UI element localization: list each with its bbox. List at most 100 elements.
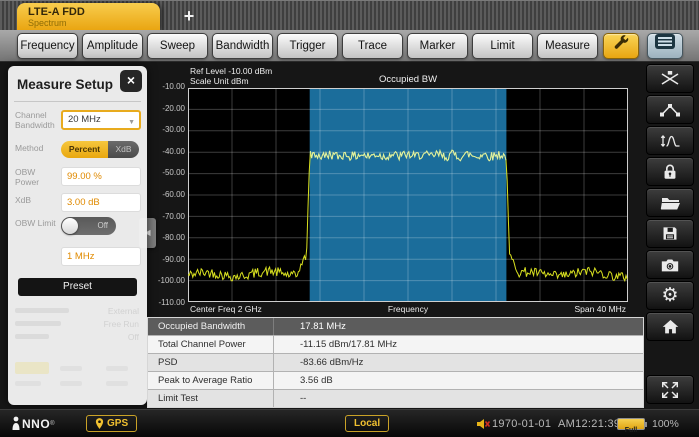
channel-bandwidth-dropdown[interactable]: 20 MHz ▼ [61,110,141,130]
limit-button[interactable]: Limit [472,33,533,59]
chevron-down-icon: ▼ [128,119,135,126]
datetime: 1970-01-01 AM12:21:39 [492,418,620,430]
home-button[interactable] [646,312,694,341]
home-icon [662,320,678,334]
ghost-bar [106,366,128,371]
row-value: -83.66 dBm/Hz [300,357,364,368]
spectrum-plot[interactable] [187,88,628,302]
table-row[interactable]: Peak to Average Ratio 3.56 dB [148,372,643,390]
lock-icon [664,164,676,179]
hamburger-menu-icon [654,33,676,59]
row-label: Occupied Bandwidth [148,318,274,335]
obw-power-field[interactable]: 99.00 % [61,167,141,186]
method-option-percent[interactable]: Percent [61,141,108,158]
ghost-setting-row: Free Run [15,319,139,330]
panel-title: Measure Setup [17,77,114,92]
row-label: Peak to Average Ratio [148,372,274,389]
tab-title: LTE-A FDD [28,6,85,18]
ghost-label-bar [15,321,61,326]
row-value: 17.81 MHz [300,321,346,332]
registered-mark: ® [50,420,55,427]
measure-button[interactable]: Measure [537,33,598,59]
y-axis-ticks: -10.00 -20.00 -30.00 -40.00 -50.00 -60.0… [146,83,185,307]
open-folder-icon [660,197,680,209]
fullscreen-icon [662,381,678,398]
menu-button[interactable] [647,33,683,59]
peak-search-button[interactable] [646,95,694,124]
bandwidth-button[interactable]: Bandwidth [212,33,273,59]
settings-button[interactable]: ⚙ [646,281,694,310]
y-tick: -90.00 [162,254,185,264]
table-row[interactable]: PSD -83.66 dBm/Hz [148,354,643,372]
camera-icon [661,259,679,271]
table-row[interactable]: Total Channel Power -11.15 dBm/17.81 MHz [148,336,643,354]
preset-button[interactable]: Preset [18,278,137,296]
peak-search-icon [660,103,680,116]
table-row[interactable]: Occupied Bandwidth 17.81 MHz [148,318,643,336]
y-tick: -10.00 [162,82,185,91]
right-sidebar: ⚙ [646,64,694,404]
utility-wrench-button[interactable] [603,33,639,59]
ghost-bar [60,381,82,386]
trace-button[interactable]: Trace [342,33,403,59]
bandwidth-button-side[interactable] [646,126,694,155]
method-toggle[interactable]: Percent XdB [61,141,139,158]
local-label: Local [354,418,381,429]
obw-limit-toggle[interactable]: Off [61,217,116,235]
lock-button[interactable] [646,157,694,186]
toggle-state: Off [97,221,108,230]
gps-badge[interactable]: GPS [86,415,138,432]
ghost-pill [15,362,49,374]
gps-label: GPS [107,418,129,429]
y-tick: -80.00 [162,233,185,243]
mute-icon[interactable] [476,417,491,436]
time-label: AM12:21:39 [558,418,621,430]
row-label: PSD [148,354,274,371]
tab-subtitle: Spectrum [28,18,67,28]
logo-person-icon [12,416,20,430]
status-bar: NNO ® GPS Local 1970-01-01 AM12:21:39 Ful… [0,409,699,437]
marker-button[interactable]: Marker [407,33,468,59]
wrench-icon [612,33,630,60]
ghost-label-bar [15,334,49,339]
y-tick: -60.00 [162,189,185,199]
open-file-button[interactable] [646,188,694,217]
method-option-xdb[interactable]: XdB [108,141,139,158]
battery-nub [645,422,647,427]
xdb-field[interactable]: 3.00 dB [61,193,141,212]
y-tick: -110.00 [158,297,185,307]
x-axis-labels: Center Freq 2 GHz Frequency Span 40 MHz [188,304,628,316]
ghost-setting-row: Off [15,332,139,343]
y-tick: -70.00 [162,211,185,221]
save-button[interactable] [646,219,694,248]
ghost-value: Free Run [103,319,139,329]
gps-pin-icon [95,418,104,429]
ghost-value: Off [127,332,139,342]
obw-power-label: OBW Power [15,167,40,187]
screenshot-button[interactable] [646,250,694,279]
toolbar: Frequency Amplitude Sweep Bandwidth Trig… [0,30,699,62]
battery-icon: Full [617,418,647,434]
ghost-bar [15,381,41,386]
inno-logo: NNO ® [10,416,55,431]
frequency-button[interactable]: Frequency [17,33,78,59]
amplitude-button[interactable]: Amplitude [82,33,143,59]
new-tab-button[interactable]: + [176,4,202,28]
local-badge[interactable]: Local [345,415,390,432]
toggle-knob [62,218,78,234]
sweep-button[interactable]: Sweep [147,33,208,59]
auto-tune-icon [661,71,679,85]
fullscreen-button[interactable] [646,375,694,404]
span-label: Span 40 MHz [574,304,627,314]
tab-lte-a-fdd[interactable]: LTE-A FDD Spectrum [17,3,160,31]
row-label: Total Channel Power [148,336,274,353]
trigger-button[interactable]: Trigger [277,33,338,59]
limit-value-field[interactable]: 1 MHz [61,247,141,266]
close-icon[interactable]: × [120,70,142,92]
auto-tune-button[interactable] [646,64,694,93]
date-label: 1970-01-01 [492,418,552,430]
chart-title: Occupied BW [378,74,438,85]
table-row[interactable]: Limit Test -- [148,390,643,407]
battery-label: Full [624,427,638,434]
y-tick: -20.00 [162,103,185,113]
